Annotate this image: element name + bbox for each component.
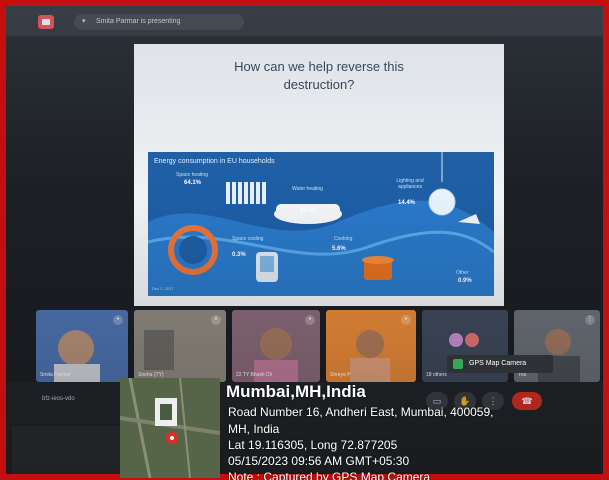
label-other: Other <box>456 270 469 276</box>
gps-address-line-1: Road Number 16, Andheri East, Mumbai, 40… <box>228 405 494 419</box>
presenting-text: Smita Parmar is presenting <box>96 18 181 25</box>
gps-address-line-2: MH, India <box>228 422 280 436</box>
gps-city: Mumbai,MH,India <box>226 382 366 401</box>
mic-off-icon: • <box>401 315 411 325</box>
energy-infographic: Energy consumption in EU households Spac… <box>148 152 494 296</box>
gps-pin-icon <box>453 359 463 369</box>
more-icon: ⋮ <box>585 315 595 325</box>
value-space-heating: 64.1% <box>184 180 202 186</box>
gps-coordinates: Lat 19.116305, Long 72.877205 <box>228 438 398 452</box>
meeting-code: bfz-ieos-vdo <box>42 396 75 402</box>
value-water-heating: 14.8% <box>300 208 318 214</box>
gps-map-thumbnail <box>120 378 220 478</box>
gps-overlay-stamp: Mumbai,MH,India Road Number 16, Andheri … <box>226 380 606 480</box>
value-other: 0.9% <box>458 278 472 284</box>
label-water-heating: Water heating <box>292 186 323 192</box>
gps-datetime: 05/15/2023 09:56 AM GMT+05:30 <box>228 454 410 468</box>
participant-tile[interactable]: • Shreya P <box>326 310 416 382</box>
participant-tile[interactable]: • Smita Parmar <box>36 310 128 382</box>
infographic-title: Energy consumption in EU households <box>154 158 275 165</box>
label-space-heating: Space heating <box>176 172 208 178</box>
participant-name: Shreya P <box>330 372 351 378</box>
meet-top-bar: ▾ Smita Parmar is presenting <box>6 6 603 36</box>
participant-tile[interactable]: • Sneha (TY) <box>134 310 226 382</box>
label-space-cooling: Space cooling <box>232 236 264 242</box>
slide-title: How can we help reverse this destruction… <box>164 58 474 94</box>
presentation-slide: How can we help reverse this destruction… <box>134 44 504 306</box>
gps-badge-label: GPS Map Camera <box>469 360 527 367</box>
gps-map-camera-badge: GPS Map Camera <box>447 355 553 373</box>
participant-name: 18 others <box>426 372 447 378</box>
meet-logo-icon <box>38 15 54 29</box>
mic-off-icon: • <box>211 315 221 325</box>
participant-tile[interactable]: • 22 TY Bhakti Ch <box>232 310 320 382</box>
slide-title-line-1: How can we help reverse this <box>234 59 404 74</box>
slide-title-line-2: destruction? <box>283 77 355 92</box>
infographic-date: Dec 2, 2017 <box>152 286 174 291</box>
map-image <box>120 378 220 478</box>
value-cooking: 5.6% <box>332 246 346 252</box>
chevron-down-icon: ▾ <box>82 18 86 25</box>
participant-name: Smita Parmar <box>40 372 71 378</box>
value-space-cooling: 0.3% <box>232 252 246 258</box>
mic-icon: • <box>113 315 123 325</box>
desk-shadow <box>12 426 122 474</box>
mic-off-icon: • <box>305 315 315 325</box>
presenting-indicator[interactable]: ▾ Smita Parmar is presenting <box>74 14 244 30</box>
label-lighting: Lighting and appliances <box>396 178 424 190</box>
value-lighting: 14.4% <box>398 200 416 206</box>
label-cooking: Cooking <box>334 236 353 242</box>
participant-name: 22 TY Bhakti Ch <box>236 372 273 378</box>
gps-note: Note : Captured by GPS Map Camera <box>228 470 431 480</box>
